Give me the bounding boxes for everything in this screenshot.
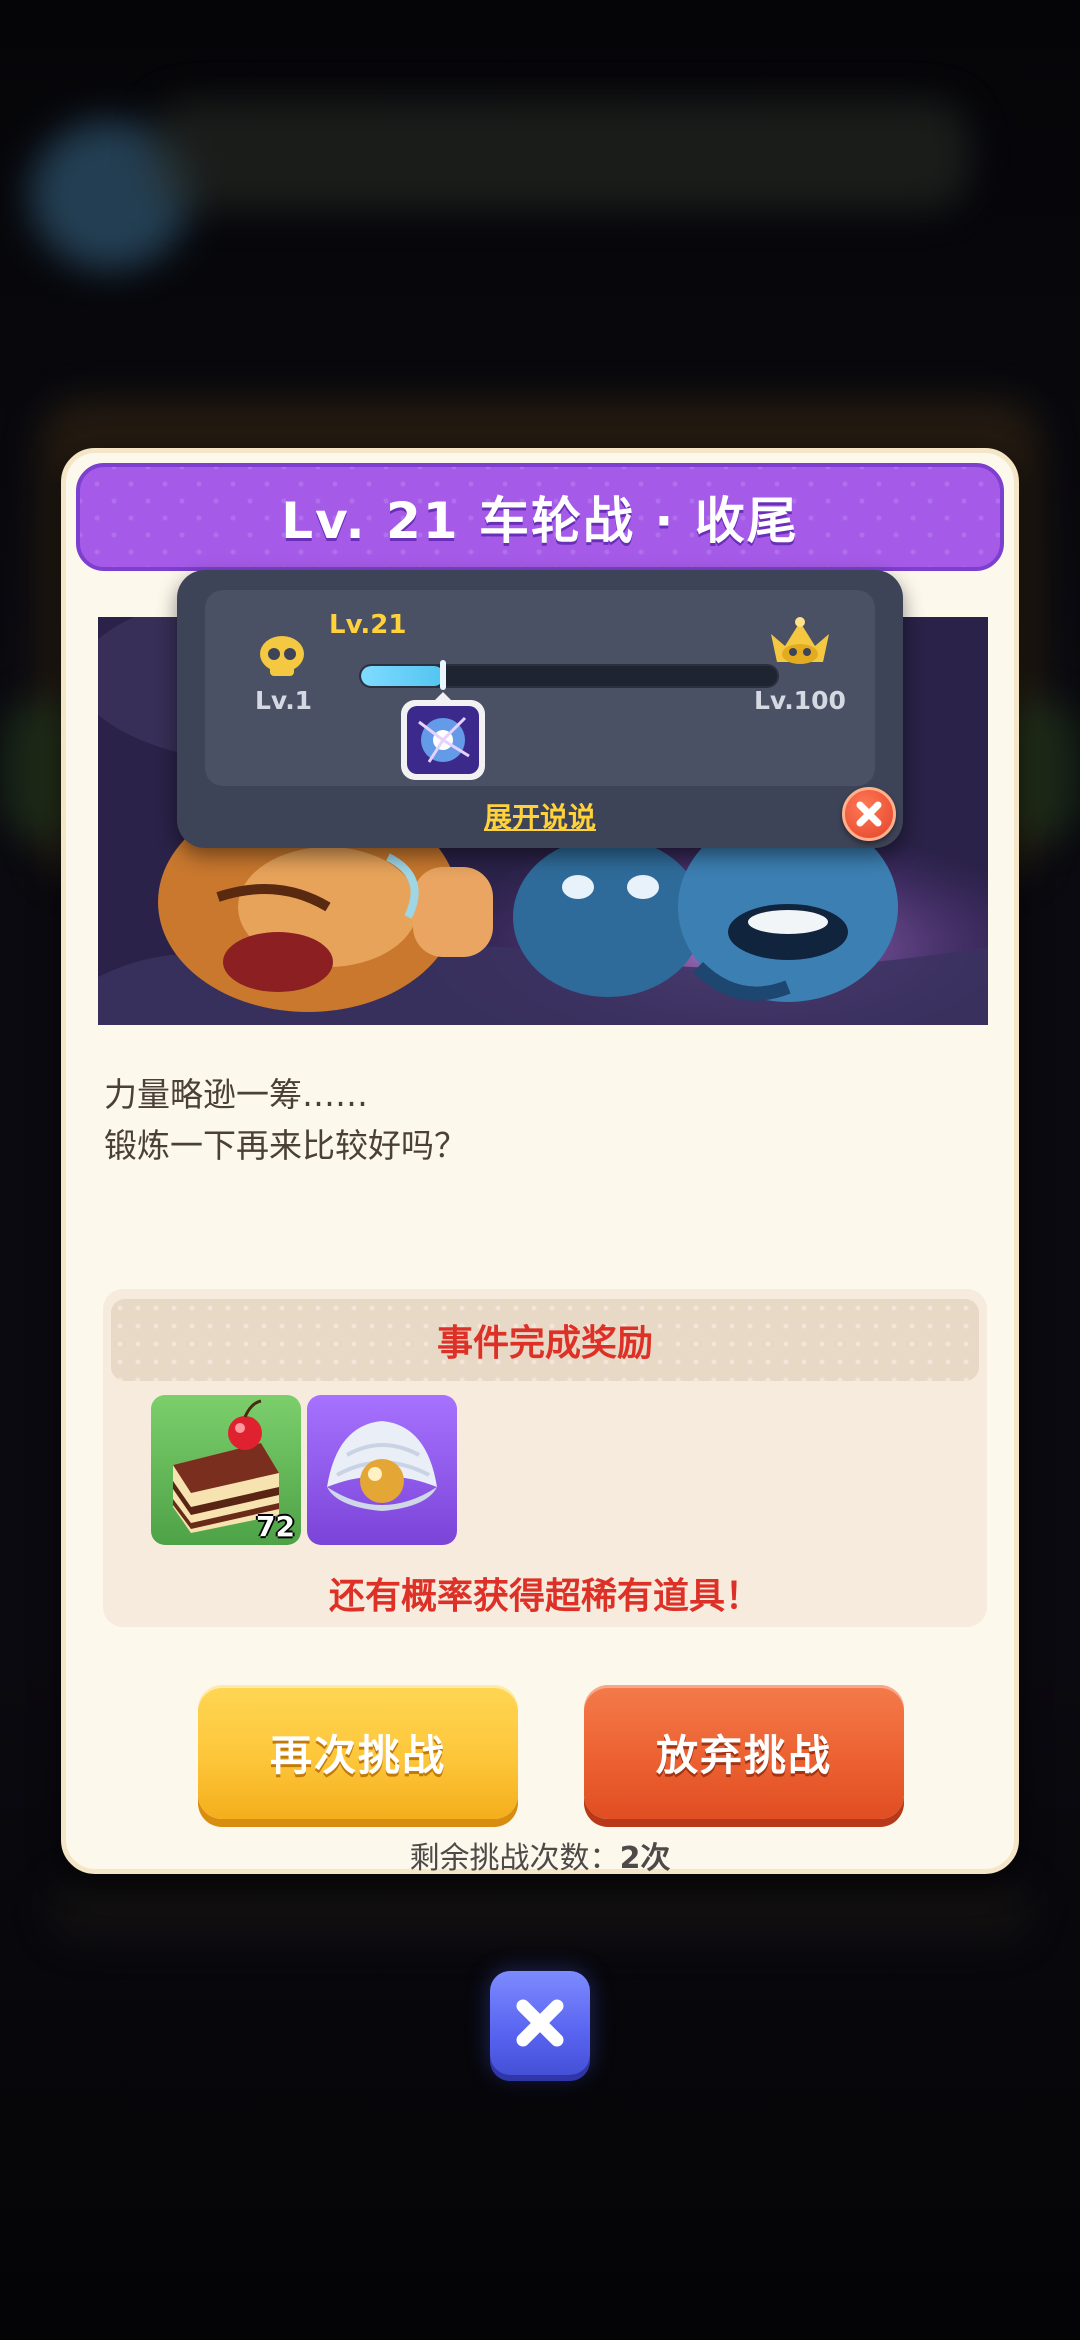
rare-item-note: 还有概率获得超稀有道具！ [328,1576,761,1617]
reward-item-cake[interactable]: 72 [151,1395,301,1545]
result-line-1: 力量略逊一筹…… [104,1075,368,1114]
crown-icon [771,617,829,664]
current-level-label: Lv.21 [329,610,407,640]
give-up-button[interactable]: 放弃挑战 [584,1685,904,1819]
result-line-2: 锻炼一下再来比较好吗？ [104,1126,467,1165]
reward-panel: 事件完成奖励 72 还有概率获得超稀有道具！ [103,1289,987,1627]
dialog-close-button[interactable] [490,1971,590,2075]
reward-item-pearl[interactable] [307,1395,457,1545]
max-level-label: Lv.100 [754,686,846,715]
retry-button-label: 再次挑战 [269,1730,446,1780]
reward-item-count: 72 [256,1510,295,1543]
lightning-skill-icon [401,692,485,780]
level-progress-marker [440,660,446,690]
level-progress-popup: Lv.1 Lv.21 Lv.100 展开说说 [177,570,903,848]
skull-icon [260,636,304,676]
close-icon [856,801,882,827]
popup-close-button[interactable] [842,787,896,841]
close-icon [516,1999,564,2047]
give-up-button-label: 放弃挑战 [655,1730,832,1780]
remaining-label: 剩余挑战次数： [409,1841,620,1876]
remaining-attempts: 剩余挑战次数：2次 [66,1833,1014,1877]
blurred-top-bar [150,100,970,210]
dialog-title-bar: Lv. 21 车轮战 · 收尾 [76,463,1004,571]
level-progress-bar [359,664,779,688]
level-progress-fill [361,666,445,686]
min-level-label: Lv.1 [255,686,313,715]
current-skill-badge[interactable] [399,692,487,782]
level-progress-panel: Lv.1 Lv.21 Lv.100 [205,590,875,786]
reward-header: 事件完成奖励 [111,1299,979,1381]
dialog-title: Lv. 21 车轮战 · 收尾 [281,492,799,550]
expand-details-link[interactable]: 展开说说 [177,796,903,836]
retry-button[interactable]: 再次挑战 [198,1685,518,1819]
battle-result-text: 力量略逊一筹…… 锻炼一下再来比较好吗？ [104,1069,964,1171]
remaining-value: 2次 [619,1841,671,1876]
game-screen: Lv. 21 车轮战 · 收尾 力量略逊一筹…… 锻炼一下再来比较好吗？ 事件完… [0,0,1080,2340]
reward-title: 事件完成奖励 [436,1323,653,1364]
blurred-shadow [50,1880,1030,1940]
pearl-shell-icon [327,1421,437,1511]
